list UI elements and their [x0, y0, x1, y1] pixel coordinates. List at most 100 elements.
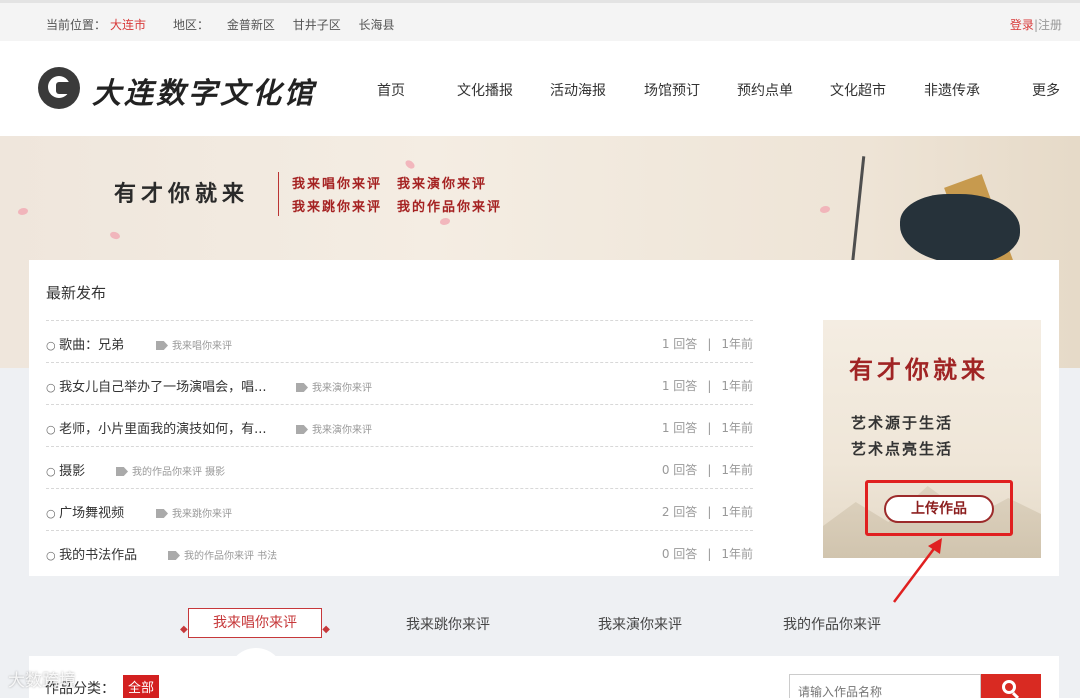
petal-decoration: [18, 208, 28, 215]
auth-links: 登录|注册: [1010, 16, 1062, 33]
top-bar: 当前位置： 大连市 地区： 金普新区 甘井子区 长海县 登录|注册: [0, 0, 1080, 41]
post-tag-text[interactable]: 我的作品你来评 摄影: [132, 467, 225, 478]
nav-item-culture-broadcast[interactable]: 文化播报: [457, 80, 513, 100]
answer-count: 2 回答: [661, 505, 698, 519]
tab-dance[interactable]: 我来跳你来评: [406, 614, 490, 634]
post-meta: 1 回答 | 1年前: [662, 335, 753, 352]
section-title: 最新发布: [46, 284, 107, 302]
petal-decoration: [108, 229, 122, 242]
post-tags: 我来跳你来评: [156, 505, 232, 520]
tag-icon: [168, 551, 180, 560]
inkstone-decoration: [900, 194, 1020, 264]
latest-posts-card: 最新发布 歌曲：兄弟 我来唱你来评 1 回答 | 1年前 我女儿自己举办了一场演唱会…: [29, 260, 1059, 576]
category-all-button[interactable]: 全部: [123, 675, 160, 698]
tag-icon: [116, 467, 128, 476]
list-item[interactable]: 我女儿自己举办了一场演唱会，唱... 我来演你来评 1 回答 | 1年前: [46, 362, 753, 404]
answer-count: 1 回答: [661, 421, 698, 435]
petal-decoration: [820, 206, 830, 213]
petal-decoration: [404, 158, 416, 171]
tab-perform[interactable]: 我来演你来评: [598, 614, 682, 634]
post-tag-text[interactable]: 我的作品你来评 书法: [184, 551, 277, 562]
post-time: 1年前: [721, 379, 753, 393]
promo-line-2: 艺术点亮生活: [851, 440, 954, 458]
meta-separator: |: [707, 421, 712, 435]
banner-divider: [278, 172, 279, 216]
login-link[interactable]: 登录: [1010, 18, 1034, 32]
post-time: 1年前: [721, 547, 753, 561]
promo-title: 有才你就来: [849, 355, 989, 384]
post-tag-text[interactable]: 我来演你来评: [312, 383, 372, 394]
list-item[interactable]: 我的书法作品 我的作品你来评 书法 0 回答 | 1年前: [46, 530, 753, 572]
petal-decoration: [440, 218, 450, 225]
post-tag-text[interactable]: 我来跳你来评: [172, 509, 232, 520]
list-item[interactable]: 老师，小片里面我的演技如何，有... 我来演你来评 1 回答 | 1年前: [46, 404, 753, 446]
promo-line-1: 艺术源于生活: [851, 414, 954, 432]
nav-item-more[interactable]: 更多: [1032, 80, 1060, 100]
meta-separator: |: [707, 463, 712, 477]
post-tag-text[interactable]: 我来唱你来评: [172, 341, 232, 352]
post-tags: 我来唱你来评: [156, 337, 232, 352]
meta-separator: |: [707, 547, 712, 561]
current-location: 当前位置： 大连市: [46, 16, 146, 33]
post-title[interactable]: 老师，小片里面我的演技如何，有...: [46, 418, 266, 437]
post-meta: 0 回答 | 1年前: [662, 461, 753, 478]
list-item[interactable]: 摄影 我的作品你来评 摄影 0 回答 | 1年前: [46, 446, 753, 488]
highlight-box: 上传作品: [865, 480, 1013, 536]
watermark-text: 大数跨境: [8, 671, 76, 691]
post-time: 1年前: [721, 463, 753, 477]
nav-item-heritage[interactable]: 非遗传承: [924, 80, 980, 100]
post-time: 1年前: [721, 421, 753, 435]
tag-icon: [296, 425, 308, 434]
banner-subline-2: 我来跳你来评 我的作品你来评: [292, 200, 503, 215]
area-selector: 地区： 金普新区 甘井子区 长海县: [173, 16, 409, 33]
nav-item-event-posters[interactable]: 活动海报: [550, 80, 606, 100]
bamboo-decoration: [849, 156, 866, 276]
banner-subline-1: 我来唱你来评 我来演你来评: [292, 177, 488, 192]
list-item[interactable]: 歌曲：兄弟 我来唱你来评 1 回答 | 1年前: [46, 320, 753, 362]
area-link[interactable]: 甘井子区: [293, 18, 341, 32]
register-link[interactable]: 注册: [1038, 18, 1062, 32]
post-tag-text[interactable]: 我来演你来评: [312, 425, 372, 436]
meta-separator: |: [707, 337, 712, 351]
city-link[interactable]: 大连市: [110, 18, 146, 32]
post-meta: 1 回答 | 1年前: [662, 419, 753, 436]
promo-panel: 有才你就来 艺术源于生活 艺术点亮生活 上传作品: [823, 320, 1041, 558]
banner-slogan: 有才你就来: [114, 181, 250, 207]
area-link[interactable]: 金普新区: [227, 18, 275, 32]
area-link[interactable]: 长海县: [359, 18, 395, 32]
site-header: 大连数字文化馆 首页 文化播报 活动海报 场馆预订 预约点单 文化超市 非遗传承…: [0, 41, 1080, 136]
category-tabs: 我来唱你来评 我来跳你来评 我来演你来评 我的作品你来评: [0, 604, 1080, 644]
tag-icon: [296, 383, 308, 392]
answer-count: 1 回答: [661, 337, 698, 351]
tab-works[interactable]: 我的作品你来评: [783, 614, 881, 634]
location-label: 当前位置：: [46, 18, 107, 32]
tab-sing[interactable]: 我来唱你来评: [180, 608, 330, 644]
post-title[interactable]: 广场舞视频: [46, 502, 124, 521]
post-title[interactable]: 我女儿自己举办了一场演唱会，唱...: [46, 376, 266, 395]
site-logo-text[interactable]: 大连数字文化馆: [92, 70, 316, 112]
post-list: 歌曲：兄弟 我来唱你来评 1 回答 | 1年前 我女儿自己举办了一场演唱会，唱...…: [46, 320, 753, 572]
nav-item-venue-booking[interactable]: 场馆预订: [644, 80, 700, 100]
nav-item-order[interactable]: 预约点单: [737, 80, 793, 100]
area-label: 地区：: [173, 18, 210, 32]
post-tags: 我的作品你来评 书法: [168, 547, 277, 562]
work-search-input[interactable]: [789, 674, 981, 698]
post-title[interactable]: 我的书法作品: [46, 544, 137, 563]
upload-work-button[interactable]: 上传作品: [884, 495, 994, 523]
answer-count: 0 回答: [661, 463, 698, 477]
list-item[interactable]: 广场舞视频 我来跳你来评 2 回答 | 1年前: [46, 488, 753, 530]
tag-icon: [156, 341, 168, 350]
post-meta: 0 回答 | 1年前: [662, 545, 753, 562]
nav-item-home[interactable]: 首页: [377, 80, 405, 100]
post-title[interactable]: 摄影: [46, 460, 85, 479]
filter-bar: 作品分类： 全部: [29, 656, 1059, 698]
post-meta: 1 回答 | 1年前: [662, 377, 753, 394]
search-icon-handle: [1011, 691, 1020, 698]
logo-icon[interactable]: [38, 67, 80, 109]
post-time: 1年前: [721, 505, 753, 519]
answer-count: 0 回答: [661, 547, 698, 561]
post-title[interactable]: 歌曲：兄弟: [46, 334, 124, 353]
search-button[interactable]: [981, 674, 1041, 698]
nav-item-culture-market[interactable]: 文化超市: [830, 80, 886, 100]
post-tags: 我来演你来评: [296, 421, 372, 436]
